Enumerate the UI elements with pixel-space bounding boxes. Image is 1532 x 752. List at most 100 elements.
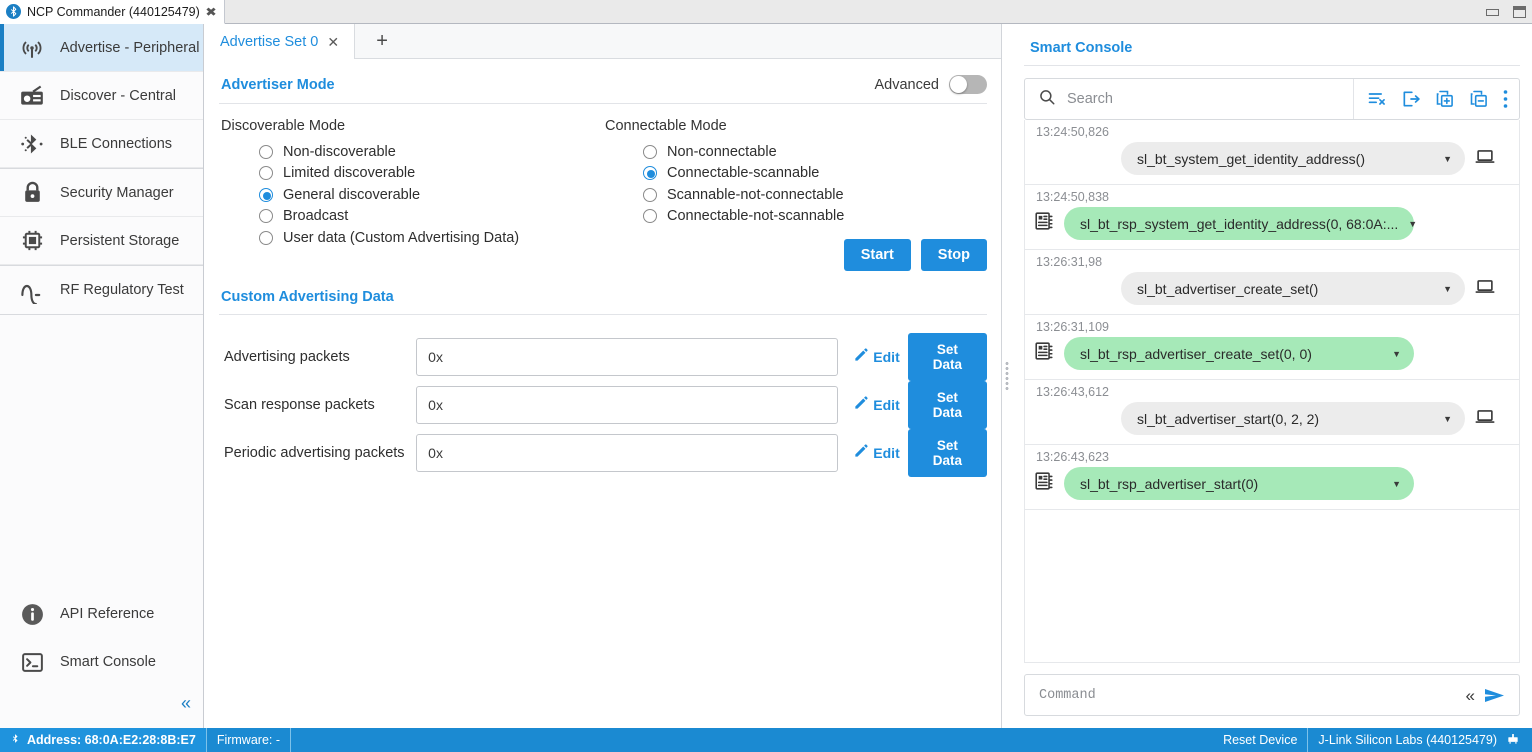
- bluetooth-icon: [18, 130, 46, 158]
- bluetooth-icon: [10, 732, 21, 748]
- search-input[interactable]: [1067, 91, 1353, 107]
- log-entry: 13:24:50,826 sl_bt_system_get_identity_a…: [1025, 120, 1519, 185]
- collapse-all-icon[interactable]: [1469, 89, 1489, 109]
- app-bluetooth-icon: [6, 4, 21, 19]
- log-response-line: sl_bt_rsp_advertiser_create_set(0, 0) ▼: [1033, 337, 1511, 370]
- minimize-icon[interactable]: [1486, 8, 1499, 16]
- sidebar-item-smart-console[interactable]: Smart Console: [0, 638, 203, 686]
- console-toolbar: [1353, 79, 1519, 119]
- stop-button[interactable]: Stop: [920, 239, 987, 271]
- scan-response-packets-input[interactable]: [416, 386, 839, 424]
- main-panel: Advertise Set 0 ✕ + Advertiser Mode Adva…: [205, 24, 1002, 728]
- start-button[interactable]: Start: [843, 239, 911, 271]
- log-response-bubble[interactable]: sl_bt_rsp_system_get_identity_address(0,…: [1064, 207, 1418, 240]
- radio-user-data[interactable]: User data (Custom Advertising Data): [219, 227, 603, 248]
- radio-icon: [259, 230, 273, 245]
- laptop-icon[interactable]: [1474, 145, 1496, 172]
- pencil-icon: [853, 395, 869, 416]
- laptop-icon[interactable]: [1474, 275, 1496, 302]
- edit-label: Edit: [873, 445, 900, 461]
- custom-advertising-data-header: Custom Advertising Data: [219, 271, 987, 315]
- set-data-scan-response-packets-button[interactable]: Set Data: [907, 381, 987, 429]
- edit-scan-response-packets-button[interactable]: Edit: [853, 395, 900, 416]
- log-entry: 13:26:43,612 sl_bt_advertiser_start(0, 2…: [1025, 380, 1519, 445]
- sidebar-item-advertise-peripheral[interactable]: Advertise - Peripheral: [0, 24, 203, 72]
- radio-icon: [259, 166, 273, 180]
- sidebar-item-label: API Reference: [60, 606, 155, 622]
- radio-icon: [643, 209, 657, 223]
- sidebar-item-persistent-storage[interactable]: Persistent Storage: [0, 217, 203, 265]
- edit-periodic-advertising-packets-button[interactable]: Edit: [853, 443, 900, 464]
- sidebar-item-discover-central[interactable]: Discover - Central: [0, 72, 203, 120]
- maximize-icon[interactable]: [1513, 6, 1526, 18]
- radio-non-discoverable[interactable]: Non-discoverable: [219, 141, 603, 162]
- log-command-bubble[interactable]: sl_bt_advertiser_start(0, 2, 2) ▼: [1121, 402, 1465, 435]
- window-tab-close-icon[interactable]: ✖: [205, 6, 217, 18]
- more-options-icon[interactable]: [1503, 89, 1508, 109]
- laptop-icon[interactable]: [1474, 405, 1496, 432]
- advanced-toggle[interactable]: [949, 75, 987, 94]
- radio-non-connectable[interactable]: Non-connectable: [603, 141, 987, 162]
- status-bar: Address: 68:0A:E2:28:8B:E7 Firmware: - R…: [0, 728, 1532, 752]
- status-address-text: Address: 68:0A:E2:28:8B:E7: [27, 733, 196, 747]
- radio-label: Non-connectable: [667, 143, 777, 160]
- chevron-down-icon: ▼: [1443, 153, 1452, 164]
- panel-splitter[interactable]: [1002, 24, 1012, 728]
- log-command-bubble[interactable]: sl_bt_advertiser_create_set() ▼: [1121, 272, 1465, 305]
- log-response-bubble[interactable]: sl_bt_rsp_advertiser_create_set(0, 0) ▼: [1064, 337, 1414, 370]
- radio-limited-discoverable[interactable]: Limited discoverable: [219, 163, 603, 184]
- periodic-advertising-packets-input[interactable]: [416, 434, 839, 472]
- log-response-line: sl_bt_rsp_system_get_identity_address(0,…: [1033, 207, 1511, 240]
- chevron-down-icon: ▼: [1408, 218, 1418, 229]
- sidebar-item-rf-regulatory-test[interactable]: RF Regulatory Test: [0, 266, 203, 314]
- console-log-list[interactable]: 13:24:50,826 sl_bt_system_get_identity_a…: [1024, 120, 1520, 663]
- close-icon[interactable]: ✕: [327, 35, 339, 49]
- toggle-knob: [950, 76, 967, 93]
- log-timestamp: 13:24:50,826: [1036, 125, 1109, 139]
- chevron-double-left-icon[interactable]: «: [1466, 687, 1476, 704]
- radio-broadcast[interactable]: Broadcast: [219, 206, 603, 227]
- expand-all-icon[interactable]: [1435, 89, 1455, 109]
- radio-connectable-scannable[interactable]: Connectable-scannable: [603, 163, 987, 184]
- sidebar-item-ble-connections[interactable]: BLE Connections: [0, 120, 203, 168]
- smart-console-panel: Smart Console Search 13:24:50,826 sl_bt_…: [1012, 24, 1532, 728]
- log-timestamp: 13:24:50,838: [1036, 190, 1109, 204]
- radio-label: User data (Custom Advertising Data): [283, 229, 520, 246]
- radio-scannable-not-connectable[interactable]: Scannable-not-connectable: [603, 184, 987, 205]
- add-tab-button[interactable]: +: [355, 24, 409, 58]
- set-data-periodic-advertising-packets-button[interactable]: Set Data: [907, 429, 987, 477]
- log-command-bubble[interactable]: sl_bt_system_get_identity_address() ▼: [1121, 142, 1465, 175]
- chevron-double-left-icon: «: [180, 693, 191, 713]
- command-input[interactable]: [1039, 687, 1456, 703]
- send-icon[interactable]: [1483, 687, 1507, 704]
- reset-device-button[interactable]: Reset Device: [1213, 728, 1309, 752]
- sidebar-collapse-button[interactable]: «: [0, 686, 203, 720]
- sidebar-item-api-reference[interactable]: API Reference: [0, 590, 203, 638]
- radio-connectable-not-scannable[interactable]: Connectable-not-scannable: [603, 206, 987, 227]
- radio-general-discoverable[interactable]: General discoverable: [219, 184, 603, 205]
- sidebar-item-label: Discover - Central: [60, 87, 177, 104]
- console-search-bar: [1024, 78, 1520, 120]
- radio-label: Scannable-not-connectable: [667, 186, 844, 203]
- advertising-packets-input[interactable]: [416, 338, 839, 376]
- radio-icon: [643, 144, 657, 159]
- edit-advertising-packets-button[interactable]: Edit: [853, 347, 900, 368]
- set-data-advertising-packets-button[interactable]: Set Data: [907, 333, 987, 381]
- radio-label: Connectable-not-scannable: [667, 208, 845, 224]
- radio-icon: [259, 187, 273, 202]
- window-tab[interactable]: NCP Commander (440125479) ✖: [0, 0, 225, 24]
- export-icon[interactable]: [1401, 89, 1421, 109]
- edit-label: Edit: [873, 349, 900, 365]
- tab-advertise-set-0[interactable]: Advertise Set 0 ✕: [205, 24, 356, 59]
- log-timestamp: 13:26:31,109: [1036, 320, 1109, 334]
- chip-icon: [18, 227, 46, 255]
- clear-list-icon[interactable]: [1367, 89, 1387, 109]
- log-timestamp: 13:26:43,623: [1036, 450, 1109, 464]
- log-command-line: sl_bt_advertiser_create_set() ▼: [1033, 272, 1511, 305]
- window-controls: [1486, 0, 1526, 24]
- log-entry: 13:26:31,109 sl_bt_rsp_advertiser_create…: [1025, 315, 1519, 380]
- log-response-bubble[interactable]: sl_bt_rsp_advertiser_start(0) ▼: [1064, 467, 1414, 500]
- sidebar-item-security-manager[interactable]: Security Manager: [0, 169, 203, 217]
- sidebar-item-label: Advertise - Peripheral: [60, 39, 200, 56]
- radio-label: Broadcast: [283, 208, 349, 224]
